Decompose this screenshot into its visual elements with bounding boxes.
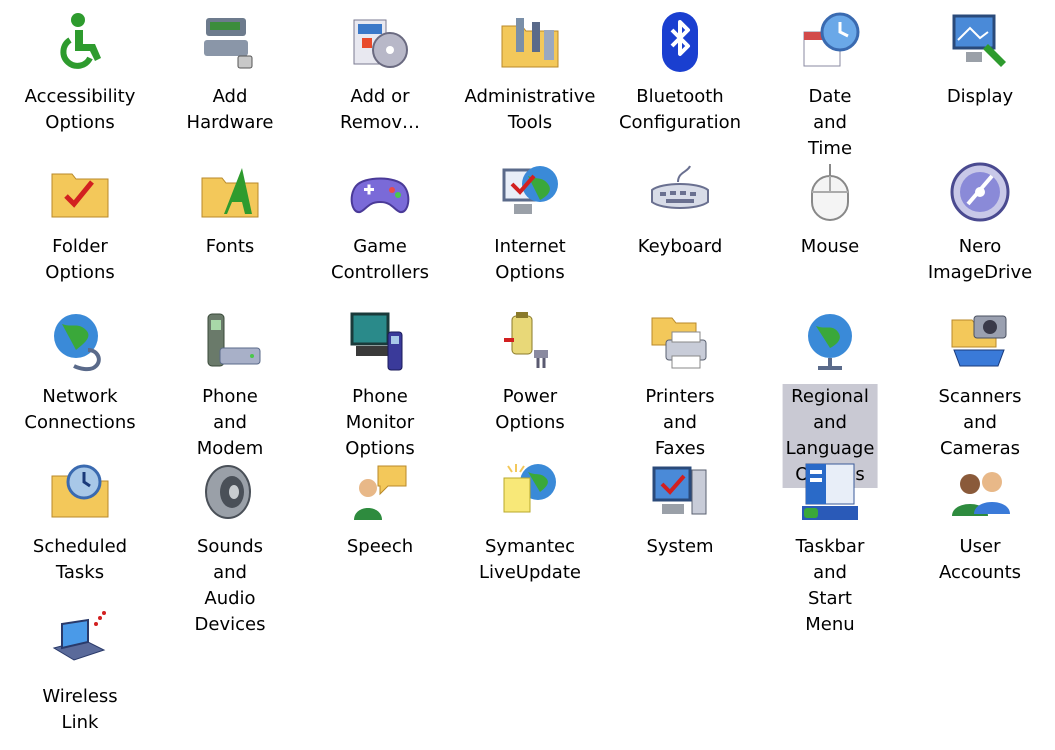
date-time-icon[interactable]	[798, 10, 862, 74]
add-remove-programs-icon[interactable]	[348, 10, 412, 74]
network-connections-icon[interactable]	[48, 310, 112, 374]
phone-modem-icon[interactable]	[198, 310, 262, 374]
user-accounts-icon[interactable]	[948, 460, 1012, 524]
folder-options-icon[interactable]	[48, 160, 112, 224]
control-panel-item-label[interactable]: Add or Remov…	[337, 84, 423, 136]
control-panel-item[interactable]: Power Options	[457, 310, 603, 450]
control-panel-item-label[interactable]: Symantec LiveUpdate	[476, 534, 584, 586]
control-panel-item-label[interactable]: Display	[944, 84, 1016, 110]
control-panel-item-label[interactable]: Date and Time	[794, 84, 867, 162]
control-panel-item-label[interactable]: System	[643, 534, 716, 560]
control-panel-item-label[interactable]: Mouse	[798, 234, 862, 260]
administrative-tools-icon[interactable]	[498, 10, 562, 74]
control-panel-item[interactable]: Regional and Language Options	[757, 310, 903, 488]
control-panel-item-label[interactable]: Scanners and Cameras	[935, 384, 1024, 462]
display-icon[interactable]	[948, 10, 1012, 74]
control-panel-item-label[interactable]: Add Hardware	[184, 84, 277, 136]
printers-faxes-icon[interactable]	[648, 310, 712, 374]
sounds-audio-icon[interactable]	[198, 460, 262, 524]
control-panel-item[interactable]: Date and Time	[757, 10, 903, 159]
scheduled-tasks-icon[interactable]	[48, 460, 112, 524]
control-panel-item-label[interactable]: Printers and Faxes	[642, 384, 717, 462]
control-panel-item-label[interactable]: Accessibility Options	[22, 84, 139, 136]
mouse-icon[interactable]	[798, 160, 862, 224]
control-panel-item-label[interactable]: Folder Options	[42, 234, 117, 286]
symantec-liveupdate-icon[interactable]	[498, 460, 562, 524]
control-panel-item-label[interactable]: Scheduled Tasks	[30, 534, 130, 586]
control-panel-item[interactable]: Display	[907, 10, 1053, 150]
system-icon[interactable]	[648, 460, 712, 524]
control-panel-icon-view: Accessibility Options Add Hardware Add or …	[0, 0, 1055, 733]
control-panel-item[interactable]: Printers and Faxes	[607, 310, 753, 459]
control-panel-item[interactable]: Add Hardware	[157, 10, 303, 150]
control-panel-item[interactable]: Phone and Modem …	[157, 310, 303, 485]
control-panel-item[interactable]: Scanners and Cameras	[907, 310, 1053, 459]
scanners-cameras-icon[interactable]	[948, 310, 1012, 374]
control-panel-item[interactable]: Phone Monitor Options	[307, 310, 453, 459]
taskbar-start-menu-icon[interactable]	[798, 460, 862, 524]
control-panel-item[interactable]: Taskbar and Start Menu	[757, 460, 903, 635]
control-panel-item[interactable]: Wireless Link	[7, 610, 153, 750]
control-panel-item[interactable]: Game Controllers	[307, 160, 453, 300]
wireless-link-icon[interactable]	[48, 610, 112, 674]
control-panel-item[interactable]: Network Connections	[7, 310, 153, 450]
control-panel-item[interactable]: User Accounts	[907, 460, 1053, 600]
control-panel-item-label[interactable]: Bluetooth Configuration	[616, 84, 744, 136]
nero-imagedrive-icon[interactable]	[948, 160, 1012, 224]
control-panel-item-label[interactable]: Keyboard	[635, 234, 726, 260]
control-panel-item-label[interactable]: Power Options	[492, 384, 567, 436]
control-panel-item-label[interactable]: Fonts	[203, 234, 258, 260]
control-panel-item[interactable]: Fonts	[157, 160, 303, 300]
bluetooth-icon[interactable]	[648, 10, 712, 74]
control-panel-item-label[interactable]: Network Connections	[21, 384, 138, 436]
control-panel-item[interactable]: Symantec LiveUpdate	[457, 460, 603, 600]
control-panel-item-label[interactable]: Administrative Tools	[461, 84, 598, 136]
control-panel-item[interactable]: Administrative Tools	[457, 10, 603, 150]
control-panel-item-label[interactable]: Phone Monitor Options	[342, 384, 417, 462]
control-panel-item[interactable]: Mouse	[757, 160, 903, 300]
add-hardware-icon[interactable]	[198, 10, 262, 74]
speech-icon[interactable]	[348, 460, 412, 524]
accessibility-icon[interactable]	[48, 10, 112, 74]
regional-language-icon[interactable]	[798, 310, 862, 374]
control-panel-item[interactable]: Sounds and Audio Devices	[157, 460, 303, 635]
control-panel-item[interactable]: Internet Options	[457, 160, 603, 300]
fonts-icon[interactable]	[198, 160, 262, 224]
internet-options-icon[interactable]	[498, 160, 562, 224]
control-panel-item[interactable]: Scheduled Tasks	[7, 460, 153, 600]
control-panel-item-label[interactable]: Wireless Link	[39, 684, 120, 736]
control-panel-item[interactable]: Nero ImageDrive	[907, 160, 1053, 300]
control-panel-item-label[interactable]: Sounds and Audio Devices	[192, 534, 269, 638]
control-panel-item[interactable]: Add or Remov…	[307, 10, 453, 150]
control-panel-item-label[interactable]: Speech	[344, 534, 416, 560]
phone-monitor-icon[interactable]	[348, 310, 412, 374]
control-panel-item-label[interactable]: Taskbar and Start Menu	[793, 534, 868, 638]
control-panel-item-label[interactable]: Game Controllers	[328, 234, 432, 286]
control-panel-item-label[interactable]: Nero ImageDrive	[925, 234, 1035, 286]
control-panel-item[interactable]: Keyboard	[607, 160, 753, 300]
control-panel-item[interactable]: Speech	[307, 460, 453, 600]
power-options-icon[interactable]	[498, 310, 562, 374]
keyboard-icon[interactable]	[648, 160, 712, 224]
game-controller-icon[interactable]	[348, 160, 412, 224]
control-panel-item-label[interactable]: Internet Options	[491, 234, 568, 286]
control-panel-item-label[interactable]: User Accounts	[936, 534, 1024, 586]
control-panel-item[interactable]: System	[607, 460, 753, 600]
control-panel-item[interactable]: Bluetooth Configuration	[607, 10, 753, 150]
control-panel-item[interactable]: Folder Options	[7, 160, 153, 300]
control-panel-item[interactable]: Accessibility Options	[7, 10, 153, 150]
